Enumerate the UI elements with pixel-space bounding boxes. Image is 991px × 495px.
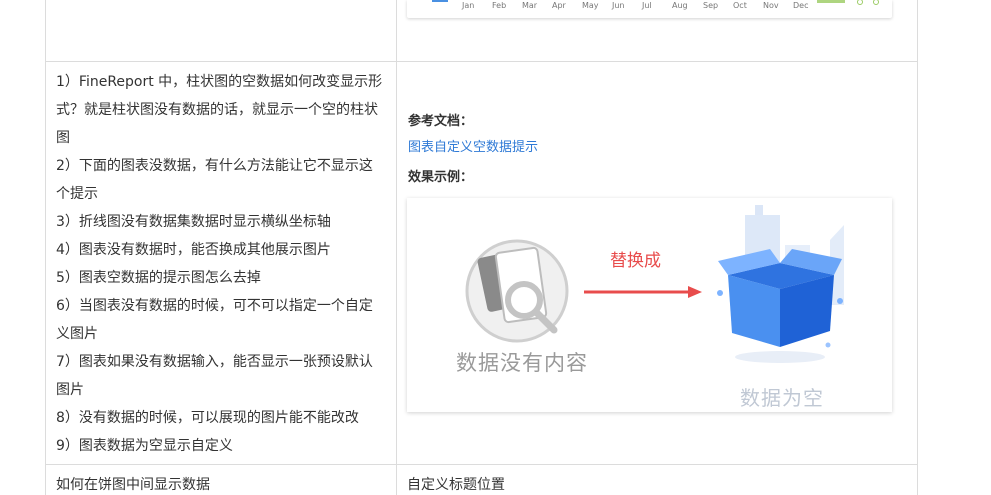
month-label: Nov bbox=[763, 1, 779, 10]
month-label: Jun bbox=[612, 1, 625, 10]
table-column-divider bbox=[396, 0, 397, 495]
month-label: Oct bbox=[733, 1, 747, 10]
question-line: 4）图表没有数据时，能否换成其他展示图片 bbox=[56, 242, 331, 258]
replace-label: 替换成 bbox=[610, 251, 661, 271]
question-line: 1）FineReport 中，柱状图的空数据如何改变显示形 bbox=[56, 74, 383, 90]
month-label: Aug bbox=[672, 1, 688, 10]
question-line: 3）折线图没有数据集数据时显示横纵坐标轴 bbox=[56, 214, 331, 230]
question-line: 图片 bbox=[56, 382, 84, 398]
example-label: 效果示例： bbox=[408, 170, 474, 185]
next-answer: 自定义标题位置 bbox=[407, 477, 505, 493]
row-divider bbox=[45, 464, 918, 465]
question-line: 义图片 bbox=[56, 326, 98, 342]
empty-box-icon bbox=[717, 205, 844, 363]
month-label: Feb bbox=[492, 1, 507, 10]
reference-doc-label: 参考文档： bbox=[408, 114, 474, 129]
empty-data-icon bbox=[465, 239, 569, 343]
month-label: Dec bbox=[793, 1, 809, 10]
month-label: Apr bbox=[552, 1, 566, 10]
reference-doc-link[interactable]: 图表自定义空数据提示 bbox=[408, 136, 538, 155]
table-border-left bbox=[45, 0, 46, 495]
question-line: 2）下面的图表没数据，有什么方法能让它不显示这 bbox=[56, 158, 373, 174]
question-line: 图 bbox=[56, 130, 70, 146]
row-divider bbox=[45, 61, 918, 62]
arrow-right-icon bbox=[584, 286, 702, 298]
chart-legend-dot bbox=[873, 0, 879, 5]
empty-left-caption: 数据没有内容 bbox=[456, 351, 588, 375]
next-question: 如何在饼图中间显示数据 bbox=[56, 477, 210, 493]
question-line: 6）当图表没有数据的时候，可不可以指定一个自定 bbox=[56, 298, 373, 314]
chart-legend-mark bbox=[817, 0, 845, 3]
question-line: 9）图表数据为空显示自定义 bbox=[56, 438, 233, 454]
question-line: 个提示 bbox=[56, 186, 98, 202]
question-list: 1）FineReport 中，柱状图的空数据如何改变显示形 式？就是柱状图没有数… bbox=[56, 68, 386, 460]
question-line: 8）没有数据的时候，可以展现的图片能不能改改 bbox=[56, 410, 359, 426]
question-line: 7）图表如果没有数据输入，能否显示一张预设默认 bbox=[56, 354, 373, 370]
month-label: Jul bbox=[642, 1, 652, 10]
previous-chart-image: Jan Feb Mar Apr May Jun Jul Aug Sep Oct … bbox=[407, 0, 892, 18]
chart-series-mark bbox=[432, 0, 448, 2]
month-label: Sep bbox=[703, 1, 719, 10]
question-line: 式？就是柱状图没有数据的话，就显示一个空的柱状 bbox=[56, 102, 378, 118]
empty-right-caption: 数据为空 bbox=[740, 386, 824, 410]
question-line: 5）图表空数据的提示图怎么去掉 bbox=[56, 270, 261, 286]
table-border-right bbox=[917, 0, 918, 495]
month-label: May bbox=[582, 1, 599, 10]
month-label: Mar bbox=[522, 1, 538, 10]
month-label: Jan bbox=[462, 1, 475, 10]
chart-legend-dot bbox=[857, 0, 863, 5]
